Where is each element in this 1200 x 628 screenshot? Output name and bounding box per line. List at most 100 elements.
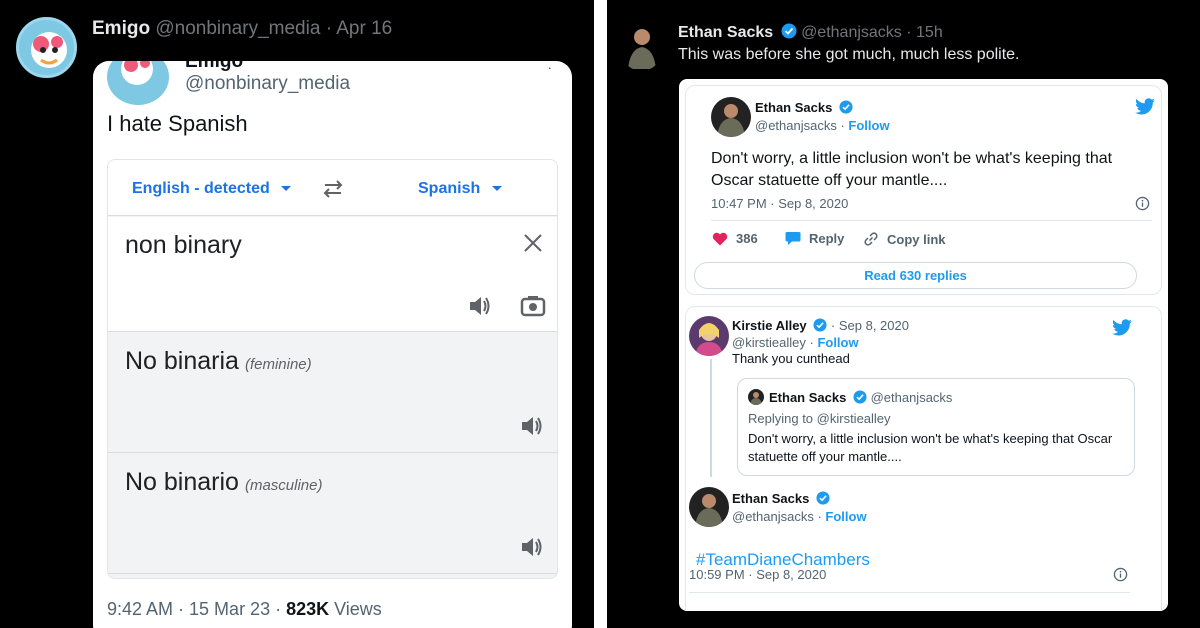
thread-connector <box>710 359 712 477</box>
author-name: Kirstie Alley <box>732 318 807 333</box>
translation-result-feminine: No binaria (feminine) <box>108 333 557 453</box>
translation-input-area[interactable]: non binary <box>108 217 557 332</box>
result-text: No binario (masculine) <box>125 468 322 497</box>
tweet-footer: 9:42 AM · 15 Mar 23 · 823K Views <box>107 599 382 620</box>
follow-link[interactable]: Follow <box>825 509 866 524</box>
tweet-age[interactable]: 15h <box>916 24 943 41</box>
verified-badge-icon <box>781 23 797 39</box>
reply-label: Reply <box>809 231 845 246</box>
author-handle[interactable]: @ethanjsacks <box>801 24 902 41</box>
swap-languages-icon[interactable] <box>321 180 345 198</box>
target-language-select[interactable]: Spanish <box>418 180 503 198</box>
quoted-body: Don't worry, a little inclusion won't be… <box>748 431 1113 464</box>
gender-label: (feminine) <box>244 356 312 373</box>
person-photo-icon <box>695 494 723 527</box>
author-handle: @ethanjsacks · <box>732 509 826 524</box>
more-options-icon: · <box>547 61 552 75</box>
info-icon[interactable] <box>1135 196 1150 211</box>
result-word: No binaria <box>125 347 239 375</box>
tweet-date[interactable]: Apr 16 <box>336 18 392 39</box>
person-photo-icon <box>628 29 656 69</box>
copy-link-label: Copy link <box>887 231 946 247</box>
embedded-tweet-1: Ethan Sacks @ethanjsacks · Follow Don't … <box>685 85 1162 295</box>
views-count: 823K <box>286 599 330 619</box>
views-label: Views <box>329 599 382 619</box>
twitter-bird-icon <box>1112 319 1132 336</box>
heart-icon <box>712 232 728 245</box>
link-icon <box>864 232 878 246</box>
copy-link-button[interactable]: Copy link <box>863 231 946 247</box>
author-name[interactable]: Ethan Sacks <box>678 24 773 41</box>
follow-link[interactable]: Follow <box>848 118 889 133</box>
embedded-author-handle: @nonbinary_media <box>185 73 351 94</box>
tweet-text: This was before she got much, much less … <box>678 46 1020 63</box>
quoted-avatar <box>748 389 764 405</box>
chevron-down-icon <box>491 186 502 191</box>
like-button[interactable]: 386 <box>712 231 758 246</box>
reply-button[interactable]: Reply <box>785 231 844 246</box>
tweet-author-name: Ethan Sacks <box>755 100 853 115</box>
divider <box>711 220 1152 221</box>
follow-link[interactable]: Follow <box>817 335 858 350</box>
author-name: Ethan Sacks <box>732 491 810 506</box>
author-name: Ethan Sacks <box>755 100 833 115</box>
author-handle: @ethanjsacks · <box>755 118 849 133</box>
right-screenshot: Ethan Sacks @ethanjsacks · 15h This was … <box>607 0 1200 628</box>
quoted-tweet[interactable]: Ethan Sacks @ethanjsacks Replying to @ki… <box>737 378 1135 476</box>
separator-dot: · <box>906 24 912 41</box>
camera-icon[interactable] <box>520 295 546 317</box>
person-photo-icon <box>750 392 762 405</box>
source-language-label: English - detected <box>132 180 270 197</box>
google-translate-widget: English - detected Spanish non binary No… <box>107 159 558 579</box>
input-text[interactable]: non binary <box>125 231 242 260</box>
ethan-sacks-avatar[interactable] <box>620 23 663 71</box>
tweet-header: Emigo @nonbinary_media · Apr 16 <box>92 18 392 40</box>
tweet-timestamp[interactable]: 10:59 PM · Sep 8, 2020 <box>689 567 826 582</box>
ethan-sacks-avatar <box>689 487 729 527</box>
translation-result-masculine: No binario (masculine) <box>108 454 557 574</box>
avatar-art-icon <box>121 61 153 85</box>
close-icon[interactable] <box>523 233 543 253</box>
tweet-author-name: Kirstie Alley · Sep 8, 2020 <box>732 318 909 333</box>
author-name: Ethan Sacks <box>769 390 847 405</box>
chevron-down-icon <box>281 186 292 191</box>
language-bar: English - detected Spanish <box>108 160 557 216</box>
tweet-author-handle: @kirstiealley · Follow <box>732 335 859 350</box>
verified-badge-icon <box>816 491 830 505</box>
speaker-icon[interactable] <box>520 415 544 437</box>
person-photo-icon <box>695 323 723 356</box>
emigo-avatar[interactable] <box>16 17 77 78</box>
tweet-date: · Sep 8, 2020 <box>830 318 909 333</box>
source-language-select[interactable]: English - detected <box>132 180 292 198</box>
quoted-author-name: Ethan Sacks @ethanjsacks <box>769 390 952 405</box>
tweet-timestamp[interactable]: 9:42 AM · 15 Mar 23 · <box>107 599 286 619</box>
embedded-tweet-2: Kirstie Alley · Sep 8, 2020 @kirstiealle… <box>685 306 1162 611</box>
person-photo-icon <box>717 104 745 137</box>
tweet-timestamp[interactable]: 10:47 PM · Sep 8, 2020 <box>711 196 848 211</box>
divider <box>689 592 1130 593</box>
tweet-header: Ethan Sacks @ethanjsacks · 15h <box>678 23 943 42</box>
separator-dot: · <box>325 18 333 39</box>
speaker-icon[interactable] <box>468 295 492 317</box>
embedded-tweets-screenshot: Ethan Sacks @ethanjsacks · Follow Don't … <box>679 79 1168 611</box>
reply-author-handle: @ethanjsacks · Follow <box>732 509 867 524</box>
embedded-tweet-text: I hate Spanish <box>107 111 248 136</box>
tweet-body: Thank you cunthead <box>732 351 850 366</box>
read-replies-button[interactable]: Read 630 replies <box>694 262 1137 289</box>
left-screenshot: Emigo @nonbinary_media · Apr 16 Emigo @n… <box>0 0 594 628</box>
reply-author-name: Ethan Sacks <box>732 491 830 506</box>
author-name[interactable]: Emigo <box>92 18 150 39</box>
replying-to: Replying to @kirstiealley <box>748 411 891 426</box>
like-count: 386 <box>736 231 758 246</box>
ethan-sacks-avatar <box>711 97 751 137</box>
target-language-label: Spanish <box>418 180 481 197</box>
kirstie-alley-avatar <box>689 316 729 356</box>
twitter-bird-icon <box>1135 98 1155 115</box>
author-handle[interactable]: @nonbinary_media <box>155 18 320 39</box>
info-icon[interactable] <box>1113 567 1128 582</box>
verified-badge-icon <box>853 390 867 404</box>
embedded-avatar <box>107 61 169 105</box>
speaker-icon[interactable] <box>520 536 544 558</box>
result-word: No binario <box>125 468 239 496</box>
avatar-art-icon <box>31 32 67 68</box>
